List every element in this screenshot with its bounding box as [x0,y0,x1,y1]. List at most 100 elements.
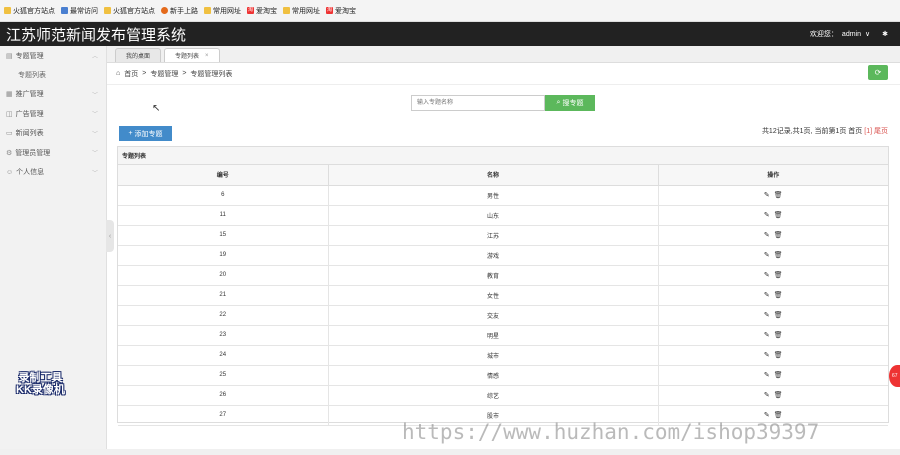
sidebar-collapse-toggle[interactable]: ‹ [106,220,114,252]
cell-name: 游戏 [328,245,659,266]
mouse-cursor-icon: ↖ [152,103,161,114]
bookmark-label: 火狐官方站点 [113,7,155,15]
bookmark-item[interactable]: 淘爱淘宝 [247,6,277,16]
add-topic-button[interactable]: + 添加专题 [119,126,172,141]
cell-actions: ✎ 🗑 [658,265,888,286]
sidebar-item[interactable]: ◫ 广告管理 ﹀ [0,104,106,124]
table-row: 26 综艺 ✎ 🗑 [118,385,888,406]
bookmark-item[interactable]: 火狐官方站点 [104,6,155,16]
search-button-label: 搜专题 [562,100,584,107]
bookmark-label: 火狐官方站点 [13,7,55,15]
edit-icon[interactable]: ✎ [764,211,770,219]
edit-icon[interactable]: ✎ [764,411,770,419]
edit-icon[interactable]: ✎ [764,191,770,199]
breadcrumb-level2: 专题管理列表 [190,70,233,78]
delete-icon[interactable]: 🗑 [774,191,783,199]
add-topic-label: 添加专题 [134,130,163,138]
edit-icon[interactable]: ✎ [764,331,770,339]
edit-icon[interactable]: ✎ [764,391,770,399]
gear-icon[interactable]: ✱ [882,30,888,38]
cell-id: 23 [118,325,329,346]
tab-topic-list[interactable]: 专题列表 × [164,48,220,62]
folder-icon [204,7,211,14]
table-row: 19 游戏 ✎ 🗑 [118,245,888,266]
username[interactable]: admin [842,31,861,38]
edit-icon[interactable]: ✎ [764,271,770,279]
cell-id: 11 [118,205,329,226]
recorder-line-1: 录制工具 [18,372,63,384]
edit-icon[interactable]: ✎ [764,351,770,359]
cell-id: 22 [118,305,329,326]
topic-list-panel: 专题列表 编号 名称 操作 6 男性 ✎ 🗑 11 山东 ✎ 🗑 15 江苏 ✎ 🗑 19 游戏 ✎ 🗑 20 教… [117,146,889,426]
search-input[interactable] [411,95,545,111]
chevron-down-icon: ﹀ [91,170,98,177]
bookmark-label: 最常访问 [70,7,98,15]
delete-icon[interactable]: 🗑 [774,231,783,239]
cell-actions: ✎ 🗑 [658,325,888,346]
delete-icon[interactable]: 🗑 [774,331,783,339]
bookmark-item[interactable]: 最常访问 [61,6,98,16]
pager-current[interactable]: [1] [864,128,872,135]
sidebar-subitem[interactable]: 专题列表 [0,66,106,85]
table-row: 11 山东 ✎ 🗑 [118,205,888,226]
cell-name: 山东 [328,205,659,226]
close-icon[interactable]: × [205,53,209,59]
bookmark-item[interactable]: 火狐官方站点 [4,6,55,16]
bookmark-item[interactable]: 常用网址 [204,6,241,16]
delete-icon[interactable]: 🗑 [774,371,783,379]
chevron-down-icon: ﹀ [91,112,98,119]
menu-icon: ▭ [6,130,13,138]
bookmark-item[interactable]: 新手上路 [161,6,198,16]
delete-icon[interactable]: 🗑 [774,391,783,399]
chevron-down-icon: ﹀ [91,131,98,138]
edit-icon[interactable]: ✎ [764,371,770,379]
bookmark-item[interactable]: 淘爱淘宝 [326,6,356,16]
cell-id: 6 [118,185,329,206]
cell-actions: ✎ 🗑 [658,305,888,326]
delete-icon[interactable]: 🗑 [774,311,783,319]
pager: 共12记录,共1页, 当前第1页 首页 [1] 尾页 [762,126,888,136]
home-icon: ⌂ [116,70,121,77]
breadcrumb-level1[interactable]: 专题管理 [150,69,178,79]
sidebar-item-main: ▦ 推广管理 [6,89,44,99]
pager-last[interactable]: 尾页 [874,128,888,135]
edit-icon[interactable]: ✎ [764,311,770,319]
edit-icon[interactable]: ✎ [764,231,770,239]
refresh-button[interactable]: ⟳ [868,65,888,80]
delete-icon[interactable]: 🗑 [774,291,783,299]
cell-name: 男性 [328,185,659,206]
cell-actions: ✎ 🗑 [658,385,888,406]
search-button[interactable]: ⌕ 搜专题 [545,95,595,111]
delete-icon[interactable]: 🗑 [774,411,783,419]
floating-badge[interactable]: 67 [889,365,900,387]
user-menu[interactable]: 欢迎您： admin ∨ ✱ [810,29,900,39]
sidebar-item[interactable]: ▤ 专题管理 ︿ [0,46,106,66]
cell-id: 15 [118,225,329,246]
cell-id: 27 [118,405,329,426]
bookmarks-bar: 火狐官方站点 最常访问 火狐官方站点 新手上路 常用网址淘爱淘宝 常用网址淘爱淘宝 [0,0,900,22]
chevron-down-icon[interactable]: ∨ [865,30,870,38]
sidebar-item[interactable]: ⚙ 管理员管理 ﹀ [0,143,106,163]
edit-icon[interactable]: ✎ [764,251,770,259]
bookmark-label: 爱淘宝 [256,7,277,15]
delete-icon[interactable]: 🗑 [774,351,783,359]
folder-icon [283,7,290,14]
bookmark-item[interactable]: 常用网址 [283,6,320,16]
edit-icon[interactable]: ✎ [764,291,770,299]
breadcrumb: ⌂ 首页 > 专题管理 > 专题管理列表 [107,63,900,85]
table-row: 24 城市 ✎ 🗑 [118,345,888,366]
sidebar-item-label: 新闻列表 [15,130,44,138]
breadcrumb-home[interactable]: 首页 [124,69,138,79]
delete-icon[interactable]: 🗑 [774,251,783,259]
delete-icon[interactable]: 🗑 [774,271,783,279]
sidebar-item[interactable]: ▦ 推广管理 ﹀ [0,85,106,105]
site-watermark: https://www.huzhan.com/ishop39397 [402,420,820,444]
tab-desktop[interactable]: 我的桌面 [115,48,162,62]
delete-icon[interactable]: 🗑 [774,211,783,219]
table-row: 25 情感 ✎ 🗑 [118,365,888,386]
sidebar-item[interactable]: ▭ 新闻列表 ﹀ [0,124,106,144]
sidebar-item-main: ▭ 新闻列表 [6,128,44,138]
bookmark-label: 常用网址 [292,7,320,15]
topic-table: 编号 名称 操作 6 男性 ✎ 🗑 11 山东 ✎ 🗑 15 江苏 ✎ 🗑 19 游戏 ✎ 🗑 20 教育 ✎ 🗑 21… [118,165,888,426]
sidebar-item[interactable]: ☺ 个人信息 ﹀ [0,163,106,183]
